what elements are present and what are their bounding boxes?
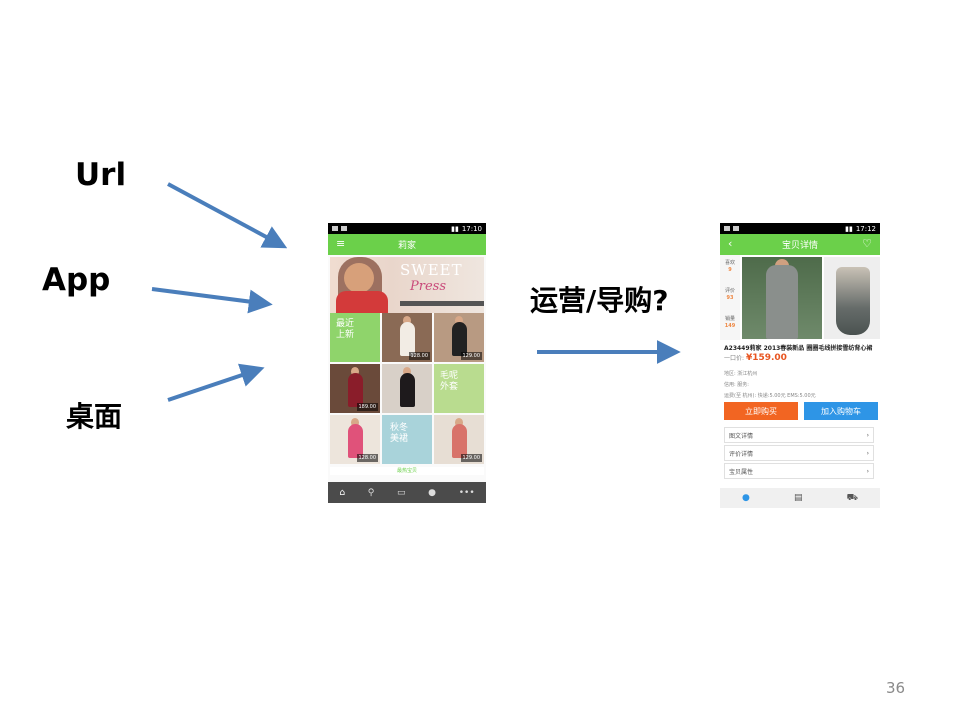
status-time: 17:10 — [461, 224, 482, 233]
promo-banner[interactable]: SWEET Press — [330, 257, 484, 313]
stat-value: 93 — [726, 295, 734, 301]
product-title: A23449莉家 2013春装新品 圈圈毛线拼接雪纺背心裙 — [724, 345, 873, 352]
banner-text-2: Press — [410, 279, 446, 294]
shop-icon[interactable]: ▤ — [794, 493, 803, 503]
cart-icon[interactable]: ⛟ — [847, 493, 858, 504]
hot-items-label: 最热宝贝 — [396, 468, 417, 474]
phone-item-detail: ▮▮ 17:12 ‹ 宝贝详情 ♡ 喜欢 9 评价 93 销量 149 A23449莉家… — [720, 223, 880, 508]
tile-price: 128.00 — [408, 352, 430, 360]
price-prefix: 一口价: — [724, 355, 745, 362]
stats-sidebar: 喜欢 9 评价 93 销量 149 — [720, 255, 740, 340]
category-tile-skirt[interactable]: 秋冬 美裙 — [382, 415, 432, 464]
detail-bottom-nav: ● ▤ ⛟ — [720, 488, 880, 508]
tile-price: 128.00 — [356, 454, 378, 462]
tile-label: 秋冬 美裙 — [390, 423, 409, 444]
stat-value: 149 — [724, 323, 736, 329]
arrow-url — [167, 182, 288, 249]
phone-store-home: ▮▮ 17:10 ≡ 莉家 SWEET Press 最近 上新 128.00 12… — [328, 223, 486, 503]
home-icon[interactable]: ⌂ — [339, 488, 345, 498]
category-tile-new[interactable]: 最近 上新 — [330, 313, 380, 362]
add-to-cart-button[interactable]: 加入购物车 — [804, 402, 878, 420]
product-tile[interactable]: 189.00 — [330, 364, 380, 413]
store-title: 莉家 — [397, 241, 416, 251]
product-tile[interactable]: 128.00 — [382, 313, 432, 362]
row-label: 评价详情 — [729, 450, 754, 458]
chevron-right-icon: › — [866, 449, 869, 457]
stat-label: 喜欢 — [724, 260, 735, 266]
app-header: ≡ 莉家 — [328, 234, 486, 255]
status-time: 17:12 — [855, 224, 876, 233]
banner-text-1: SWEET — [400, 261, 463, 279]
chevron-right-icon: › — [866, 431, 869, 439]
back-icon[interactable]: ‹ — [728, 237, 732, 250]
bottom-nav: ⌂ ⚲ ▭ ● ••• — [328, 482, 486, 503]
shipping-info: 运费(至 杭州): 快递:5.00元 EMS:5.00元 — [724, 393, 816, 399]
tile-label: 毛呢 外套 — [440, 371, 459, 392]
product-tile[interactable]: 128.00 — [330, 415, 380, 464]
menu-icon[interactable]: ≡ — [336, 237, 345, 250]
signal-icon: ▮▮ — [451, 224, 459, 233]
price-line: 一口价: ¥159.00 — [724, 353, 787, 363]
product-photo-model[interactable] — [742, 257, 822, 339]
chat-icon[interactable]: ▭ — [397, 488, 406, 498]
signal-icon: ▮▮ — [845, 224, 853, 233]
category-tile-coat[interactable]: 毛呢 外套 — [434, 364, 484, 413]
stat-label: 评价 — [724, 288, 735, 294]
detail-header: ‹ 宝贝详情 ♡ — [720, 234, 880, 255]
status-bar: ▮▮ 17:10 — [328, 223, 486, 234]
product-tile[interactable]: 129.00 — [434, 415, 484, 464]
product-tile[interactable] — [382, 364, 432, 413]
product-tile[interactable]: 129.00 — [434, 313, 484, 362]
tile-label: 最近 上新 — [336, 319, 355, 340]
hot-items-divider: 最热宝贝 — [330, 467, 484, 475]
status-bar: ▮▮ 17:12 — [720, 223, 880, 234]
credit-info: 信用: 服务: — [724, 382, 749, 388]
search-icon[interactable]: ⚲ — [368, 488, 375, 498]
buy-now-button[interactable]: 立即购买 — [724, 402, 798, 420]
heart-icon[interactable]: ♡ — [862, 237, 872, 250]
product-price: ¥159.00 — [745, 353, 787, 363]
more-icon[interactable]: ••• — [459, 488, 475, 498]
stat-label: 销量 — [724, 316, 735, 322]
stat-value: 9 — [728, 267, 732, 273]
arrow-desktop — [167, 363, 265, 402]
region-info: 地区: 浙江杭州 — [724, 371, 758, 377]
tile-price: 129.00 — [460, 352, 482, 360]
chevron-right-icon: › — [866, 467, 869, 475]
chat-bubble-icon[interactable]: ● — [742, 493, 750, 503]
row-graphic-details[interactable]: 图文详情 › — [724, 427, 874, 443]
row-item-attributes[interactable]: 宝贝属性 › — [724, 463, 874, 479]
tile-price: 129.00 — [460, 454, 482, 462]
row-label: 图文详情 — [729, 432, 754, 440]
detail-title: 宝贝详情 — [781, 241, 818, 251]
product-photo-dress[interactable] — [824, 257, 880, 339]
row-label: 宝贝属性 — [729, 468, 754, 476]
tile-price: 189.00 — [356, 403, 378, 411]
arrow-app — [151, 287, 273, 314]
row-review-details[interactable]: 评价详情 › — [724, 445, 874, 461]
user-icon[interactable]: ● — [428, 488, 436, 498]
